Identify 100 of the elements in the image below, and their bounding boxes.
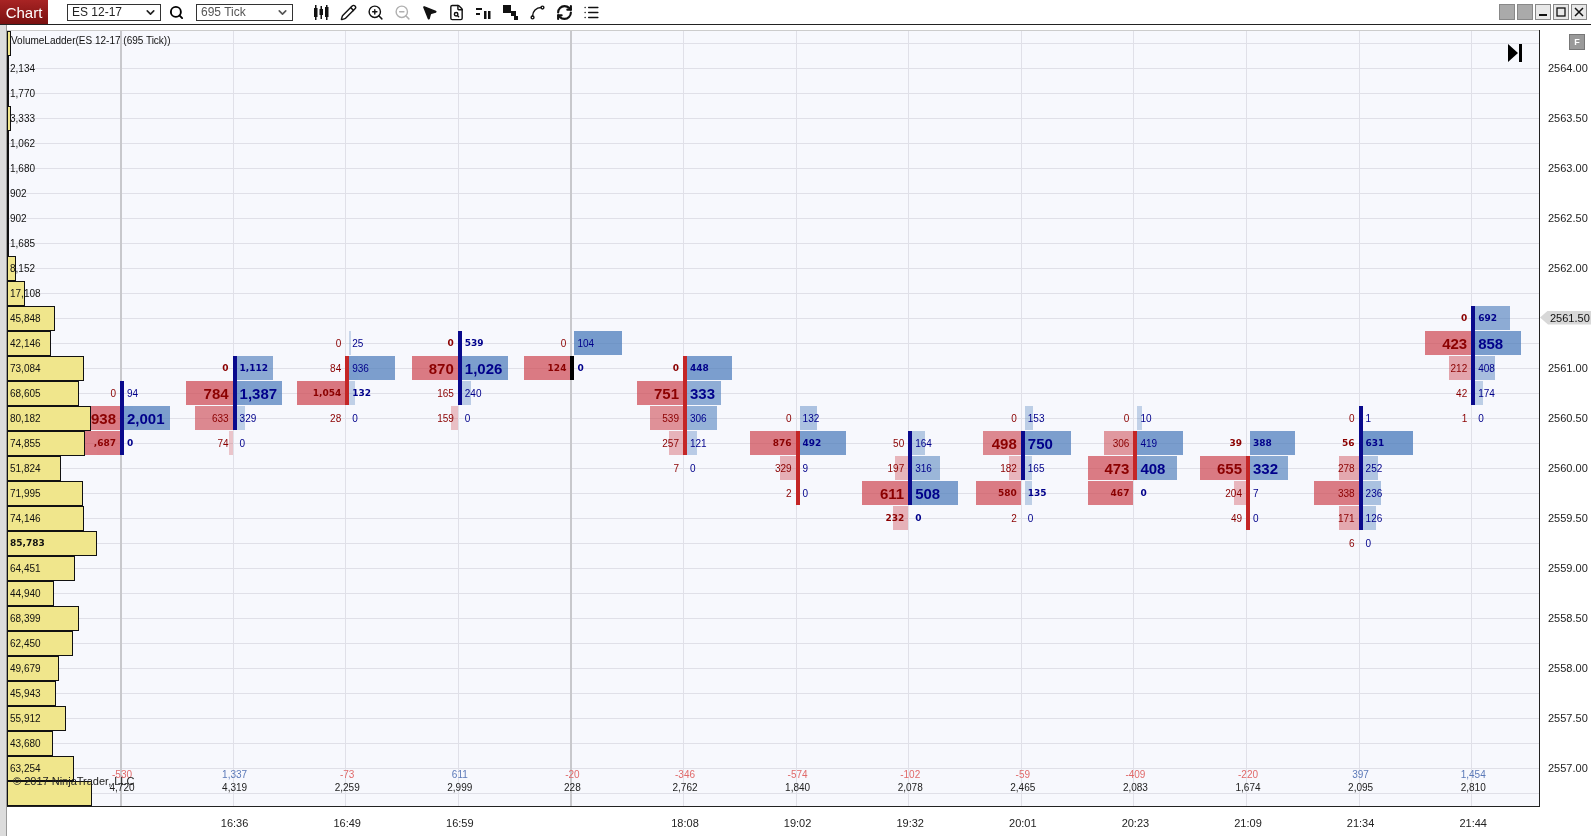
bid-volume: 124 bbox=[547, 362, 567, 375]
bid-volume: 0 bbox=[786, 412, 792, 426]
profile-volume: 64,451 bbox=[10, 562, 41, 576]
delta-value: -102 bbox=[900, 769, 921, 780]
profile-volume: 68,399 bbox=[10, 612, 41, 626]
ask-volume: 388 bbox=[1253, 437, 1272, 450]
delta-value: -59 bbox=[1015, 769, 1030, 780]
bar-volume: 2,095 bbox=[1348, 782, 1374, 793]
ask-volume: 419 bbox=[1140, 437, 1158, 451]
ask-volume: 121 bbox=[690, 437, 707, 451]
ask-volume: 1,387 bbox=[239, 384, 278, 404]
ask-volume: 252 bbox=[1365, 462, 1383, 476]
ask-volume: 448 bbox=[690, 362, 709, 375]
pencil-icon[interactable] bbox=[340, 3, 357, 21]
delta-value: -73 bbox=[339, 769, 355, 780]
ask-volume: 0 bbox=[802, 487, 809, 501]
ask-volume: 0 bbox=[239, 437, 246, 451]
minimize-icon bbox=[1539, 14, 1547, 16]
ask-volume: 1 bbox=[1365, 412, 1372, 426]
ask-volume: 1,112 bbox=[239, 362, 269, 375]
ask-volume: 94 bbox=[127, 387, 139, 401]
price-label: 2559.50 bbox=[1548, 511, 1588, 524]
delta-value: 1,454 bbox=[1460, 769, 1486, 780]
bid-volume: 0 bbox=[1011, 412, 1017, 426]
ask-volume: 135 bbox=[1027, 487, 1047, 500]
bid-volume: 0 bbox=[447, 337, 454, 350]
squares-icon[interactable] bbox=[502, 3, 519, 21]
pointer-icon[interactable] bbox=[421, 3, 438, 21]
bid-volume: 42 bbox=[1456, 387, 1468, 401]
chart-button[interactable]: Chart bbox=[0, 0, 48, 24]
maximize-button[interactable] bbox=[1553, 4, 1569, 20]
ask-volume: 692 bbox=[1478, 312, 1497, 325]
bid-volume: 0 bbox=[110, 387, 116, 401]
bid-volume: 611 bbox=[880, 484, 905, 504]
bid-volume: 7 bbox=[673, 462, 679, 476]
price-label: 2560.50 bbox=[1548, 411, 1588, 424]
bid-volume: 232 bbox=[885, 512, 905, 525]
bar-volume: 2,078 bbox=[897, 782, 923, 793]
bid-volume: 2 bbox=[1011, 512, 1017, 526]
bar-volume: 2,083 bbox=[1122, 782, 1148, 793]
price-label: 2557.50 bbox=[1548, 711, 1588, 724]
ask-volume: 329 bbox=[239, 412, 257, 426]
ask-volume: 132 bbox=[802, 412, 820, 426]
bid-volume: 655 bbox=[1216, 459, 1242, 479]
bar-volume: 2,999 bbox=[447, 782, 473, 793]
ask-volume: 750 bbox=[1027, 434, 1053, 454]
price-label: 2557.00 bbox=[1548, 761, 1588, 774]
price-label: 2562.50 bbox=[1548, 211, 1588, 224]
bid-volume: 56 bbox=[1342, 437, 1355, 450]
bid-volume: 39 bbox=[1229, 437, 1242, 450]
ask-volume: 9 bbox=[802, 462, 809, 476]
profile-volume: 45,943 bbox=[10, 687, 41, 701]
bid-volume: 876 bbox=[772, 437, 792, 450]
bid-volume: 165 bbox=[437, 387, 454, 401]
ask-volume: 25 bbox=[352, 337, 364, 351]
delta-value: -346 bbox=[675, 769, 695, 780]
ask-volume: 0 bbox=[1478, 412, 1484, 426]
zoom-in-icon[interactable] bbox=[367, 3, 384, 21]
time-label: 20:01 bbox=[1009, 817, 1037, 829]
bid-volume: 473 bbox=[1104, 459, 1130, 479]
profile-volume: 44,940 bbox=[10, 587, 41, 601]
profile-volume: 42,146 bbox=[10, 337, 41, 351]
instrument-dropdown[interactable]: ES 12-17 bbox=[67, 3, 161, 21]
bar-volume: 2,465 bbox=[1010, 782, 1036, 793]
maximize-icon bbox=[1556, 7, 1566, 17]
bid-volume: 257 bbox=[662, 437, 679, 451]
price-label: 2560.00 bbox=[1548, 461, 1588, 474]
ask-volume: 508 bbox=[915, 484, 941, 504]
ask-volume: 0 bbox=[127, 437, 134, 450]
bid-volume: 0 bbox=[222, 362, 229, 375]
bid-volume: 423 bbox=[1442, 334, 1468, 354]
profile-volume: 49,679 bbox=[10, 662, 41, 676]
refresh-icon[interactable] bbox=[556, 3, 573, 21]
ask-volume: 165 bbox=[1027, 462, 1045, 476]
close-button[interactable] bbox=[1571, 4, 1587, 20]
bar-volume: 2,762 bbox=[672, 782, 698, 793]
bid-volume: 338 bbox=[1337, 487, 1355, 501]
ask-volume: 236 bbox=[1365, 487, 1383, 501]
interval-dropdown[interactable]: 695 Tick bbox=[196, 3, 293, 21]
bid-volume: ,687 bbox=[93, 437, 116, 450]
search-icon[interactable] bbox=[169, 4, 184, 20]
minimize-button[interactable] bbox=[1535, 4, 1551, 20]
skip-to-end-icon[interactable] bbox=[1507, 43, 1523, 63]
bid-volume: 938 bbox=[90, 409, 116, 429]
bid-volume: 182 bbox=[1000, 462, 1017, 476]
bid-volume: 633 bbox=[211, 412, 229, 426]
document-search-icon[interactable] bbox=[448, 3, 465, 21]
profile-volume: 902 bbox=[10, 212, 27, 226]
bar-volume: 228 bbox=[564, 782, 581, 793]
price-label: 2562.00 bbox=[1548, 261, 1588, 274]
candlestick-icon[interactable] bbox=[313, 3, 330, 21]
ask-volume: 0 bbox=[1365, 537, 1372, 551]
price-label: 2559.00 bbox=[1548, 561, 1588, 574]
nodes-icon[interactable] bbox=[529, 3, 546, 21]
ask-volume: 104 bbox=[577, 337, 595, 351]
bar-volume: 1,840 bbox=[785, 782, 811, 793]
indicator-title: VolumeLadder(ES 12-17 (695 Tick)) bbox=[11, 35, 171, 46]
bid-volume: 784 bbox=[203, 384, 229, 404]
ask-volume: 0 bbox=[352, 412, 358, 426]
ask-volume: 306 bbox=[690, 412, 707, 426]
